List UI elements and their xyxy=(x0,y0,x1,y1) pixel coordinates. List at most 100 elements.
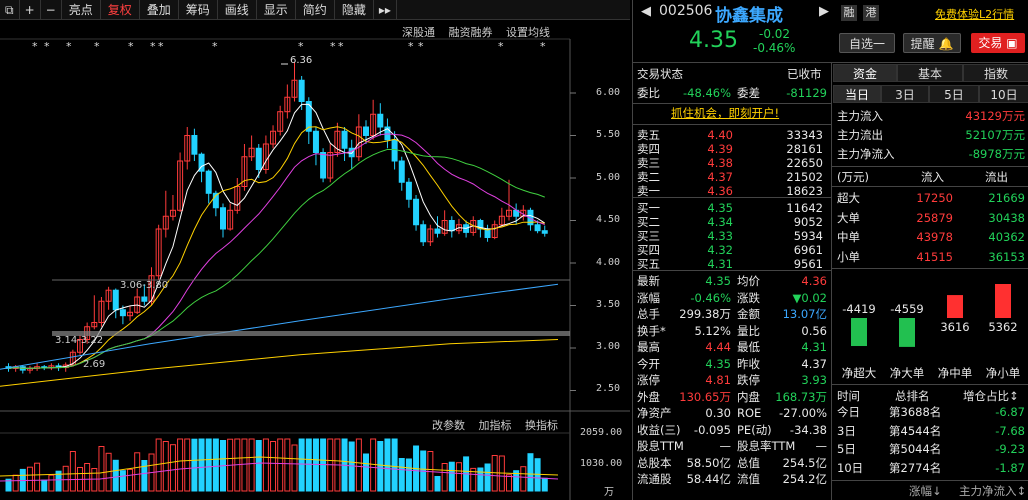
volume-bar xyxy=(541,477,548,492)
event-marker[interactable]: * xyxy=(94,40,100,53)
candle-body xyxy=(448,220,455,232)
ask-price[interactable]: 4.37 xyxy=(687,170,733,184)
expand-icon[interactable]: ▸▸ xyxy=(374,0,397,20)
ask-price[interactable]: 4.40 xyxy=(687,128,733,142)
period-today[interactable]: 当日 xyxy=(833,85,881,103)
price-axis-label: 3.00 xyxy=(596,341,621,352)
event-marker[interactable]: * xyxy=(32,40,38,53)
event-marker[interactable]: * xyxy=(418,40,424,53)
toolbar-highlights[interactable]: 亮点 xyxy=(62,0,101,20)
rank-pct: -6.87 xyxy=(995,405,1025,419)
bid-price[interactable]: 4.31 xyxy=(687,257,733,271)
kline-chart[interactable]: * * * * * * * * * * * * * * * 深股通 融资融券 设置均线 改参数 加指标 换指… xyxy=(0,21,630,500)
link-hk-connect[interactable]: 深股通 xyxy=(402,26,435,39)
event-marker[interactable]: * xyxy=(150,40,156,53)
bid-price[interactable]: 4.32 xyxy=(687,243,733,257)
volume-bar xyxy=(248,438,255,492)
price-axis-label: 2.50 xyxy=(596,383,621,394)
link-ma-settings[interactable]: 设置均线 xyxy=(506,26,550,39)
watchlist-button[interactable]: 自选一 xyxy=(839,33,895,53)
quote-label: 金额 xyxy=(737,307,760,321)
event-marker[interactable]: * xyxy=(66,40,72,53)
stock-name[interactable]: 协鑫集成 xyxy=(715,1,783,26)
quote-label: 换手* xyxy=(637,323,666,338)
quote-value: 4.35 xyxy=(705,356,731,371)
ask-price[interactable]: 4.38 xyxy=(687,156,733,170)
volume-bar xyxy=(270,441,277,492)
sort-icon[interactable]: ↕ xyxy=(1009,389,1019,403)
event-marker[interactable]: * xyxy=(498,40,504,53)
tab-basic[interactable]: 基本 xyxy=(897,64,963,82)
weicha-label: 委差 xyxy=(737,86,760,100)
toolbar-overlay[interactable]: 叠加 xyxy=(140,0,179,20)
period-10d[interactable]: 10日 xyxy=(979,85,1028,103)
ask-volume: 18623 xyxy=(786,184,823,198)
volume-bar xyxy=(312,438,319,492)
volume-bar xyxy=(391,438,398,492)
trade-button[interactable]: 交易 ▣ xyxy=(971,33,1025,53)
volume-bar xyxy=(355,438,362,492)
toolbar-simple[interactable]: 简约 xyxy=(296,0,335,20)
event-marker[interactable]: * xyxy=(338,40,344,53)
toolbar-chips[interactable]: 筹码 xyxy=(179,0,218,20)
period-5d[interactable]: 5日 xyxy=(929,85,979,103)
event-marker[interactable]: * xyxy=(408,40,414,53)
price-axis-label: 6.00 xyxy=(596,87,621,98)
bid-label: 买五 xyxy=(637,257,660,271)
ask-price[interactable]: 4.39 xyxy=(687,142,733,156)
event-marker[interactable]: * xyxy=(540,40,546,53)
fund-row-inflow: 17250 xyxy=(916,191,953,205)
event-marker[interactable]: * xyxy=(330,40,336,53)
footer-change-sort[interactable]: 涨幅↓ xyxy=(909,484,942,498)
link-edit-params[interactable]: 改参数 xyxy=(432,419,465,432)
event-marker[interactable]: * xyxy=(158,40,164,53)
footer-mainflow-sort[interactable]: 主力净流入↕ xyxy=(959,484,1026,498)
restore-icon[interactable]: ⧉ xyxy=(0,0,20,20)
link-add-indicator[interactable]: 加指标 xyxy=(479,419,512,432)
bid-price[interactable]: 4.34 xyxy=(687,215,733,229)
ask-price[interactable]: 4.36 xyxy=(687,184,733,198)
zoom-in-icon[interactable]: + xyxy=(20,0,41,20)
fund-row-label: 中单 xyxy=(837,230,860,244)
volume-bar xyxy=(277,438,284,492)
link-margin[interactable]: 融资融券 xyxy=(449,26,493,39)
next-stock-icon[interactable]: ▶ xyxy=(819,4,829,19)
toolbar-adjust[interactable]: 复权 xyxy=(101,0,140,20)
event-marker[interactable]: * xyxy=(212,40,218,53)
prev-stock-icon[interactable]: ◀ xyxy=(641,4,651,19)
candle-body xyxy=(298,79,305,102)
rank-pct-header: 增仓占比↕ xyxy=(963,389,1019,403)
event-marker[interactable]: * xyxy=(44,40,50,53)
bid-volume: 11642 xyxy=(786,201,823,215)
volume-bar xyxy=(198,438,205,492)
quote-value: 4.36 xyxy=(801,274,827,288)
tab-fund[interactable]: 资金 xyxy=(833,64,897,82)
quote-value: -34.38 xyxy=(789,422,827,437)
link-change-indicator[interactable]: 换指标 xyxy=(525,419,558,432)
alert-button[interactable]: 提醒 🔔 xyxy=(903,33,961,53)
volume-bar xyxy=(434,476,441,492)
bid-price[interactable]: 4.33 xyxy=(687,229,733,243)
quote-label: 量比 xyxy=(737,323,760,338)
period-3d[interactable]: 3日 xyxy=(881,85,929,103)
price-axis-label: 4.50 xyxy=(596,214,621,225)
open-account-promo[interactable]: 抓住机会，即刻开户! xyxy=(671,106,779,120)
zoom-out-icon[interactable]: − xyxy=(41,0,62,20)
bid-price[interactable]: 4.35 xyxy=(687,201,733,215)
quote-label: 涨停 xyxy=(637,373,660,387)
tab-index[interactable]: 指数 xyxy=(963,64,1028,82)
event-marker[interactable]: * xyxy=(298,40,304,53)
l2-promo-link[interactable]: 免费体验L2行情 xyxy=(935,6,1014,22)
event-marker[interactable]: * xyxy=(128,40,134,53)
net-flow-bar-chart xyxy=(851,284,1011,347)
toolbar-hide[interactable]: 隐藏 xyxy=(335,0,374,20)
rank-pct: -7.68 xyxy=(995,423,1025,438)
candle-body xyxy=(541,230,548,234)
toolbar-display[interactable]: 显示 xyxy=(257,0,296,20)
net-flow-label: 净大单 xyxy=(889,366,925,380)
toolbar-draw[interactable]: 画线 xyxy=(218,0,257,20)
fund-unit: (万元) xyxy=(837,170,869,184)
stock-code: 002506 xyxy=(659,3,713,19)
volume-bar xyxy=(169,444,176,492)
quote-label: 总值 xyxy=(737,455,760,470)
